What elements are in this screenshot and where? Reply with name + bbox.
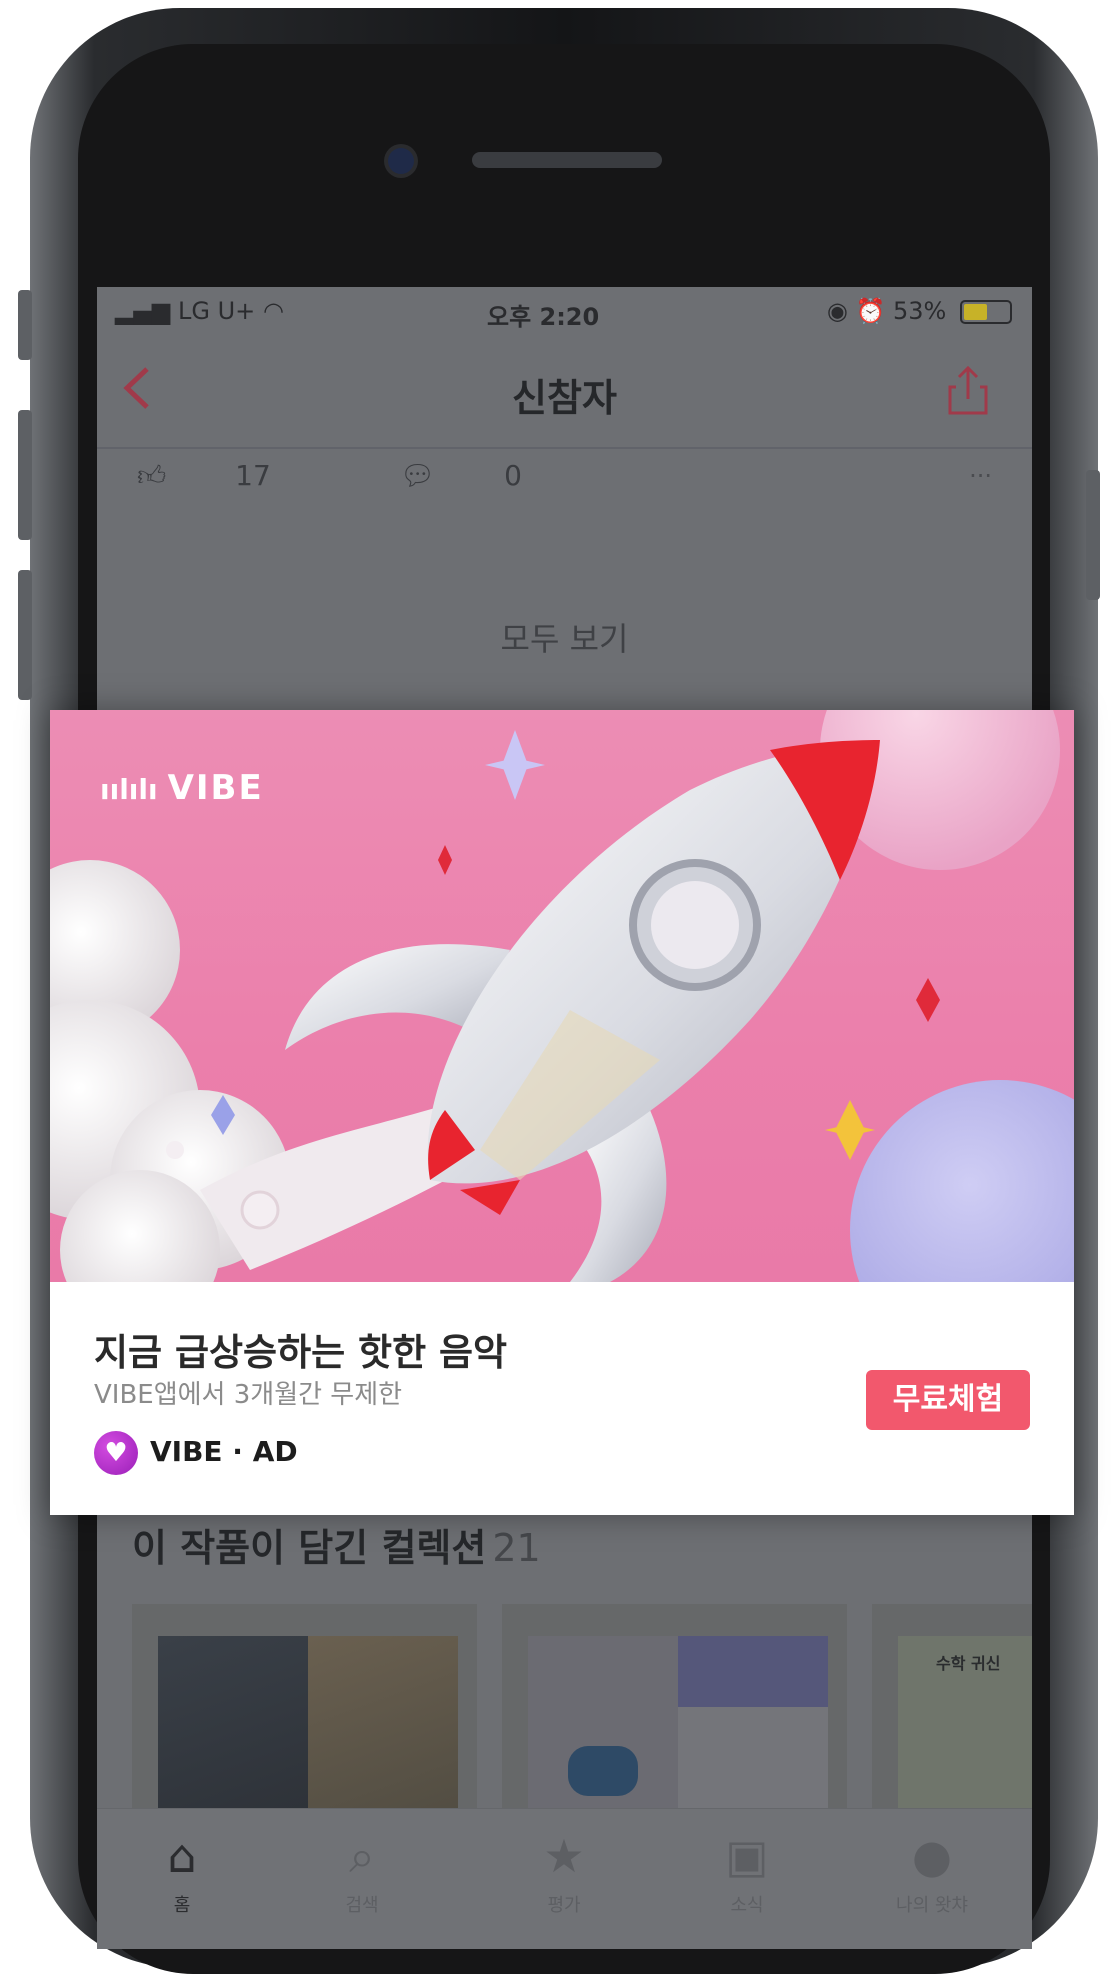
more-options-button[interactable]: ··· xyxy=(969,462,992,490)
volume-down-button xyxy=(18,570,32,700)
share-button[interactable] xyxy=(944,365,992,417)
tab-my-watcha[interactable]: ● 나의 왓챠 xyxy=(872,1829,992,1917)
home-icon: ⌂ xyxy=(167,1829,197,1883)
share-icon xyxy=(948,365,988,415)
nav-divider xyxy=(97,447,1032,449)
tab-label: 소식 xyxy=(730,1895,764,1916)
battery-level xyxy=(964,304,987,320)
chat-icon: ▣ xyxy=(725,1829,769,1883)
vibe-wave-icon: ıılılı xyxy=(100,773,158,806)
star-icon: ★ xyxy=(543,1829,585,1883)
collections-title: 이 작품이 담긴 컬렉션 xyxy=(132,1526,487,1570)
wifi-icon: ◠ xyxy=(262,297,284,325)
thumbs-up-icon: 👍︎ xyxy=(137,459,167,492)
free-trial-button[interactable]: 무료체험 xyxy=(866,1370,1030,1430)
tab-label: 홈 xyxy=(173,1895,191,1916)
ad-banner[interactable]: ıılılı VIBE 지금 급상승하는 핫한 음악 VIBE앱에서 3개월간 무… xyxy=(50,710,1074,1515)
like-count: 17 xyxy=(235,459,271,492)
signal-icon: ▂▄▆ xyxy=(115,297,171,325)
ad-subtitle: VIBE앱에서 3개월간 무제한 xyxy=(94,1380,403,1410)
battery-icon xyxy=(960,300,1012,324)
alarm-icon: ⏰ xyxy=(855,297,886,325)
power-button xyxy=(1086,470,1100,600)
collections-heading: 이 작품이 담긴 컬렉션 21 xyxy=(132,1517,541,1572)
like-button[interactable]: 👍︎ 17 xyxy=(137,459,331,492)
tab-label: 나의 왓챠 xyxy=(896,1895,968,1916)
comment-count: 0 xyxy=(504,459,522,492)
tab-label: 평가 xyxy=(547,1895,581,1916)
rotation-lock-icon: ◉ xyxy=(826,297,848,325)
ad-title[interactable]: 지금 급상승하는 핫한 음악 xyxy=(94,1322,507,1376)
tab-search[interactable]: ⌕ 검색 xyxy=(302,1829,422,1917)
tab-news[interactable]: ▣ 소식 xyxy=(687,1829,807,1917)
ad-sponsor-label: VIBE · AD xyxy=(150,1435,298,1468)
carrier-info: ▂▄▆ LG U+ ◠ xyxy=(115,297,284,325)
search-icon: ⌕ xyxy=(349,1829,375,1883)
comment-icon: 💬︎ xyxy=(399,459,436,492)
ad-brand-label: VIBE xyxy=(167,768,264,808)
battery-percent: 53% xyxy=(893,297,947,325)
profile-icon: ● xyxy=(911,1829,953,1883)
tab-rate[interactable]: ★ 평가 xyxy=(504,1829,624,1917)
carrier-label: LG U+ xyxy=(178,297,256,325)
status-right: ◉ ⏰ 53% xyxy=(827,297,1012,325)
clock: 오후 2:20 xyxy=(487,303,600,331)
cover-title: 수학 귀신 xyxy=(936,1654,1001,1673)
collections-count: 21 xyxy=(492,1526,541,1570)
mute-switch xyxy=(18,290,32,360)
ad-brand-logo: ıılılı VIBE xyxy=(100,768,264,808)
comment-button[interactable]: 💬︎ 0 xyxy=(400,459,582,492)
vibe-logo-icon xyxy=(94,1431,138,1475)
volume-up-button xyxy=(18,410,32,540)
tab-label: 검색 xyxy=(345,1895,379,1916)
see-all-button[interactable]: 모두 보기 xyxy=(97,614,1032,660)
page-title: 신참자 xyxy=(512,376,617,420)
earpiece-speaker xyxy=(472,152,662,168)
front-camera xyxy=(388,148,414,174)
cover-art xyxy=(568,1746,638,1796)
ad-image[interactable]: ıılılı VIBE xyxy=(50,710,1074,1282)
status-bar: ▂▄▆ LG U+ ◠ 오후 2:20 ◉ ⏰ 53% xyxy=(97,287,1032,337)
nav-bar: 신참자 xyxy=(97,345,1032,435)
planet-bottom-right xyxy=(850,1080,1074,1282)
tab-home[interactable]: ⌂ 홈 xyxy=(122,1829,242,1917)
tab-bar: ⌂ 홈 ⌕ 검색 ★ 평가 ▣ 소식 ● 나의 왓챠 xyxy=(97,1808,1032,1949)
ad-sponsor[interactable]: VIBE · AD xyxy=(94,1428,298,1476)
meta-row: 👍︎ 17 💬︎ 0 xyxy=(137,459,642,493)
